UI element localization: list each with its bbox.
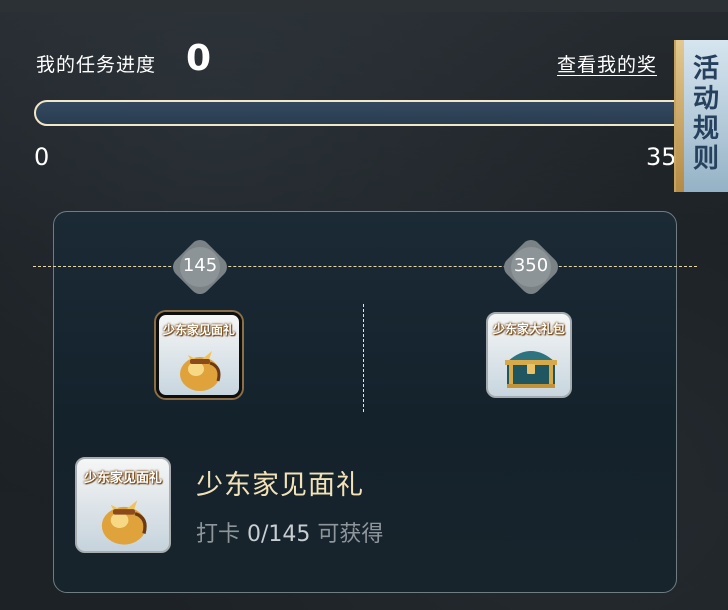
gold-pouch-icon: [101, 500, 147, 545]
reward-item-big-gift-pack[interactable]: 少东家大礼包: [486, 312, 572, 398]
milestone-value: 350: [513, 255, 549, 276]
gold-pouch-icon: [180, 351, 221, 391]
progress-title: 我的任务进度: [36, 54, 157, 76]
activity-rules-label: 活动规则: [692, 54, 719, 174]
requirement-prefix: 打卡: [196, 522, 241, 547]
reward-item-label: 少东家大礼包: [492, 322, 565, 336]
milestone-value: 145: [182, 255, 218, 276]
activity-rules-button[interactable]: 活动规则: [674, 40, 728, 192]
top-band: [0, 0, 728, 12]
reward-divider: [363, 304, 364, 412]
milestone-badge-350: 350: [499, 235, 563, 299]
selected-reward-icon-label: 少东家见面礼: [83, 471, 162, 486]
selected-reward-icon: 少东家见面礼: [75, 457, 171, 553]
view-my-rewards-link[interactable]: 查看我的奖: [557, 50, 657, 77]
requirement-count: 0/145: [247, 522, 311, 547]
reward-item-welcome-gift[interactable]: 少东家见面礼: [156, 312, 242, 398]
selected-reward-title: 少东家见面礼: [196, 470, 364, 501]
progress-bar: [34, 100, 728, 126]
milestone-track-line: [33, 266, 697, 267]
milestone-badge-145: 145: [168, 235, 232, 299]
progress-value: 0: [186, 38, 212, 79]
progress-max-label: 35: [646, 143, 677, 171]
progress-min-label: 0: [34, 143, 50, 171]
reward-item-label: 少东家见面礼: [162, 323, 235, 337]
treasure-chest-icon: [505, 351, 557, 388]
selected-reward-requirement: 打卡 0/145 可获得: [196, 516, 383, 548]
requirement-suffix: 可获得: [317, 522, 384, 547]
